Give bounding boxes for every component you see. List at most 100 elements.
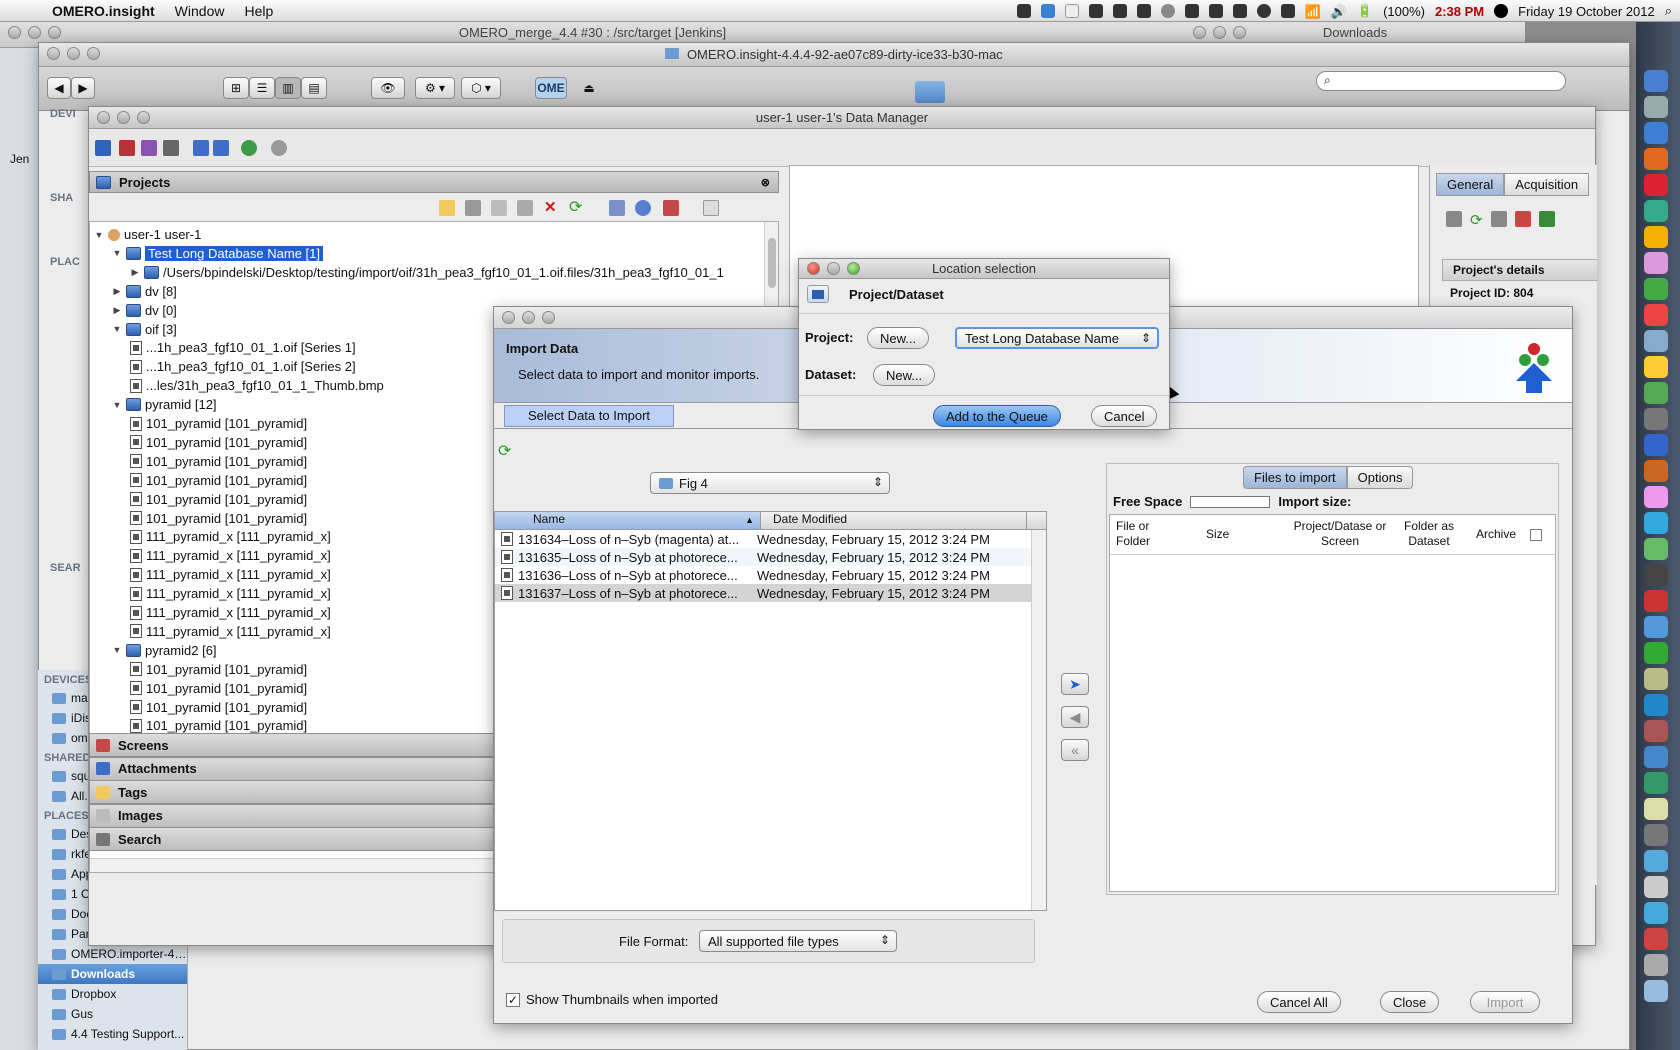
close-button[interactable]: Close: [1380, 991, 1440, 1013]
tree-image-node[interactable]: ...les/31h_pea3_fgf10_01_1_Thumb.bmp: [130, 376, 384, 395]
tree-project-node[interactable]: ▼ pyramid2 [6]: [112, 641, 217, 660]
grid-icon[interactable]: [1538, 211, 1555, 227]
dock-app-icon[interactable]: [1644, 382, 1668, 404]
time-machine-icon[interactable]: [1256, 4, 1271, 18]
sidebar-item[interactable]: OMERO.importer-4.4....: [38, 944, 187, 964]
dock-app-icon[interactable]: [1644, 278, 1668, 300]
folder-select[interactable]: Fig 4: [650, 472, 890, 494]
mail-icon[interactable]: [1112, 4, 1127, 18]
dock-app-icon[interactable]: [1644, 486, 1668, 508]
export-icon[interactable]: [1514, 211, 1531, 227]
copy-icon[interactable]: [491, 200, 507, 216]
zoom-button[interactable]: [542, 311, 555, 324]
tree-dataset-node[interactable]: ▶ /Users/bpindelski/Desktop/testing/impor…: [130, 263, 724, 282]
disclosure-triangle-icon[interactable]: ▶: [112, 305, 122, 316]
cancel-button[interactable]: Cancel: [1091, 405, 1158, 427]
tab-select-data[interactable]: Select Data to Import: [504, 405, 674, 427]
minimize-button[interactable]: [827, 262, 840, 275]
back-button[interactable]: ◀: [47, 77, 71, 99]
disclosure-triangle-icon[interactable]: ▶: [112, 286, 122, 297]
dock-app-icon[interactable]: [1644, 304, 1668, 326]
refresh-icon[interactable]: ⟳: [1470, 211, 1483, 229]
spotlight-icon[interactable]: ⌕: [1665, 3, 1672, 19]
evernote-icon[interactable]: [1136, 4, 1151, 18]
dock-app-icon[interactable]: [1644, 96, 1668, 118]
thumbnail-icon[interactable]: [163, 140, 179, 156]
file-list-scrollbar[interactable]: [1031, 530, 1046, 910]
sidebar-item[interactable]: Gus: [38, 1004, 187, 1024]
minimize-button[interactable]: [522, 311, 535, 324]
tree-image-node[interactable]: 101_pyramid [101_pyramid]: [130, 490, 307, 509]
status-icon[interactable]: [1016, 4, 1031, 18]
tree-image-node[interactable]: 101_pyramid [101_pyramid]: [130, 433, 307, 452]
dock-app-icon[interactable]: [1644, 876, 1668, 898]
finder-title-bar[interactable]: OMERO.insight-4.4.4-92-ae07c89-dirty-ice…: [39, 43, 1629, 67]
dock-app-icon[interactable]: [1644, 226, 1668, 248]
dock-app-icon[interactable]: [1644, 642, 1668, 664]
properties-icon[interactable]: [1490, 211, 1507, 227]
hierarchy-icon[interactable]: [95, 140, 111, 156]
status-icon[interactable]: [1280, 4, 1295, 18]
dock-app-icon[interactable]: [1644, 616, 1668, 638]
disclosure-triangle-icon[interactable]: ▼: [112, 248, 122, 258]
ome-button[interactable]: OME: [535, 77, 567, 99]
tree-project-node[interactable]: ▼ oif [3]: [112, 320, 177, 339]
properties-icon[interactable]: [1446, 211, 1462, 227]
status-icon[interactable]: [1184, 4, 1199, 18]
tree-root[interactable]: ▼ user-1 user-1: [94, 225, 202, 244]
sort-icon[interactable]: [609, 200, 625, 216]
tree-image-node[interactable]: 101_pyramid [101_pyramid]: [130, 679, 307, 698]
tree-project-node[interactable]: ▼ pyramid [12]: [112, 395, 217, 414]
file-format-select[interactable]: All supported file types: [699, 930, 897, 952]
dock-app-icon[interactable]: [1644, 200, 1668, 222]
tree-image-node[interactable]: 111_pyramid_x [111_pyramid_x]: [130, 622, 331, 641]
disclosure-triangle-icon[interactable]: ▼: [94, 230, 104, 240]
clock-time[interactable]: 2:38 PM: [1435, 4, 1484, 19]
file-row[interactable]: 131635–Loss of n–Syb at photorece... Wedn…: [495, 548, 1046, 566]
tree-project-node[interactable]: ▶ dv [8]: [112, 282, 177, 301]
disclosure-triangle-icon[interactable]: ▼: [112, 324, 122, 334]
new-project-button[interactable]: New...: [867, 327, 930, 349]
tree-image-node[interactable]: 101_pyramid [101_pyramid]: [130, 452, 307, 471]
clock-date[interactable]: Friday 19 October 2012: [1518, 4, 1655, 19]
collapse-icon[interactable]: ⊗: [761, 176, 770, 189]
column-date[interactable]: Date Modified: [761, 512, 1027, 529]
tree-image-node[interactable]: 111_pyramid_x [111_pyramid_x]: [130, 584, 331, 603]
close-button[interactable]: [502, 311, 515, 324]
tree-image-node[interactable]: 101_pyramid [101_pyramid]: [130, 509, 307, 528]
add-to-queue-arrow-button[interactable]: ➤: [1061, 673, 1089, 695]
dock-app-icon[interactable]: [1644, 902, 1668, 924]
view-icons-button[interactable]: ⊞: [223, 77, 249, 99]
forward-button[interactable]: ▶: [71, 77, 95, 99]
window-menu[interactable]: Window: [165, 3, 235, 19]
zoom-button[interactable]: [137, 111, 150, 124]
dock-app-icon[interactable]: [1644, 122, 1668, 144]
cut-icon[interactable]: [465, 200, 481, 216]
plugin-icon[interactable]: [241, 140, 257, 156]
sidebar-item[interactable]: 4.4 Testing Support...: [38, 1024, 187, 1044]
file-row[interactable]: 131634–Loss of n–Syb (magenta) at... Wedn…: [495, 530, 1046, 548]
view-coverflow-button[interactable]: ▤: [301, 77, 327, 99]
quick-look-button[interactable]: 👁: [371, 77, 405, 99]
file-row[interactable]: 131637–Loss of n–Syb at photorece... Wedn…: [495, 584, 1046, 602]
tree-project-node[interactable]: ▶ dv [0]: [112, 301, 177, 320]
refresh-icon[interactable]: ⟳: [569, 197, 582, 217]
disclosure-triangle-icon[interactable]: ▼: [112, 400, 122, 410]
app-menu[interactable]: OMERO.insight: [42, 3, 165, 19]
status-icon[interactable]: [1088, 4, 1103, 18]
new-dataset-button[interactable]: New...: [873, 364, 936, 386]
view-list-button[interactable]: ☰: [249, 77, 275, 99]
battery-icon[interactable]: 🔋: [1357, 3, 1373, 19]
minimize-button[interactable]: [67, 47, 80, 60]
dock-app-icon[interactable]: [1644, 798, 1668, 820]
view-columns-button[interactable]: ▥: [275, 77, 301, 99]
help-menu[interactable]: Help: [234, 3, 283, 19]
column-name[interactable]: Name ▲: [495, 512, 761, 529]
tree-image-node[interactable]: 101_pyramid [101_pyramid]: [130, 414, 307, 433]
volume-icon[interactable]: 🔊: [1331, 4, 1347, 19]
data-manager-title-bar[interactable]: user-1 user-1's Data Manager: [89, 107, 1595, 129]
user-icon[interactable]: [1494, 4, 1509, 18]
dock-app-icon[interactable]: [1644, 850, 1668, 872]
close-button[interactable]: [807, 262, 820, 275]
paste-icon[interactable]: [517, 200, 533, 216]
